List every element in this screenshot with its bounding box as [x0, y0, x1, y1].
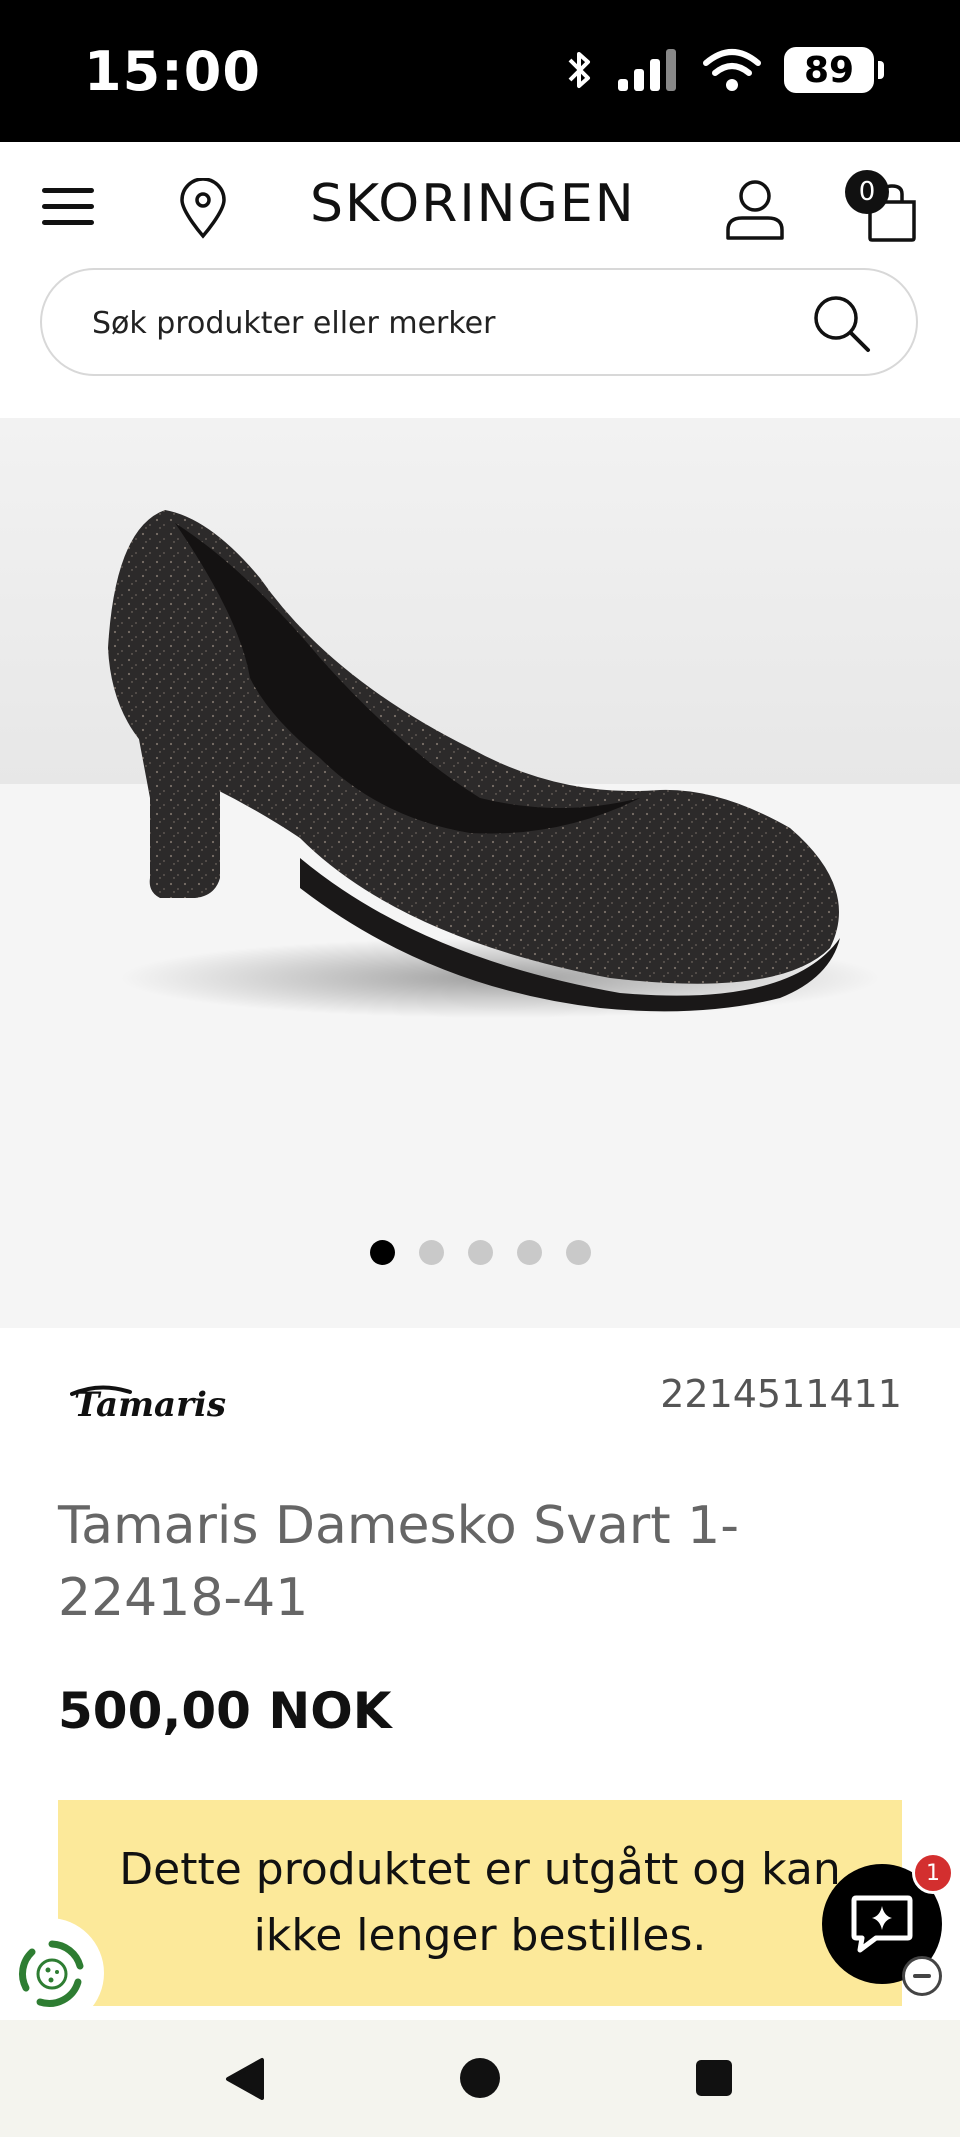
wifi-icon: [703, 49, 761, 91]
status-bar: 15:00 89: [0, 0, 960, 142]
shoe-product-image: [108, 510, 880, 1018]
search-input[interactable]: [90, 270, 794, 376]
tamaris-brand-logo[interactable]: Tamaris: [70, 1372, 290, 1436]
recycle-leaf-icon[interactable]: [16, 1938, 88, 2010]
chat-notification-badge[interactable]: 1: [912, 1852, 954, 1894]
minus-icon: [913, 1974, 931, 1978]
discontinued-notice: Dette produktet er utgått og kan ikke le…: [58, 1800, 902, 2006]
signal-icon: [618, 49, 676, 91]
gallery-dot-1[interactable]: [369, 1240, 395, 1265]
search-bar[interactable]: [40, 268, 918, 376]
product-image-gallery[interactable]: [0, 418, 960, 1328]
status-time: 15:00: [84, 40, 261, 103]
bluetooth-icon: [568, 52, 590, 88]
menu-icon[interactable]: [42, 186, 94, 228]
home-icon[interactable]: [458, 2056, 502, 2100]
battery-level: 89: [803, 49, 855, 91]
eco-badge[interactable]: [0, 1918, 104, 2028]
brand-logo[interactable]: SKORINGEN: [310, 174, 636, 234]
product-title: Tamaris Damesko Svart 1-22418-41: [58, 1496, 740, 1628]
store-location-icon[interactable]: [178, 178, 228, 240]
gallery-dot-3[interactable]: [467, 1240, 493, 1265]
discontinued-notice-text: Dette produktet er utgått og kan ikke le…: [119, 1844, 841, 1961]
search-icon[interactable]: [810, 292, 874, 356]
tamaris-logo-text: Tamaris: [74, 1385, 226, 1425]
gallery-pagination[interactable]: [0, 1240, 960, 1276]
status-icons: 89: [564, 44, 884, 96]
product-sku: 2214511411: [660, 1372, 902, 1416]
recents-icon[interactable]: [694, 2058, 734, 2098]
chat-sparkle-icon: [851, 1895, 913, 1953]
gallery-dot-4[interactable]: [516, 1240, 542, 1265]
system-navigation-bar: [0, 2020, 960, 2137]
account-icon[interactable]: [724, 178, 786, 242]
gallery-dot-5[interactable]: [565, 1240, 591, 1265]
chat-minimize-button[interactable]: [902, 1956, 942, 1996]
cart-count-badge[interactable]: 0: [845, 170, 889, 214]
product-price: 500,00 NOK: [58, 1682, 392, 1740]
battery-indicator: 89: [784, 47, 884, 93]
back-icon[interactable]: [222, 2056, 266, 2102]
gallery-dot-2[interactable]: [418, 1240, 444, 1265]
